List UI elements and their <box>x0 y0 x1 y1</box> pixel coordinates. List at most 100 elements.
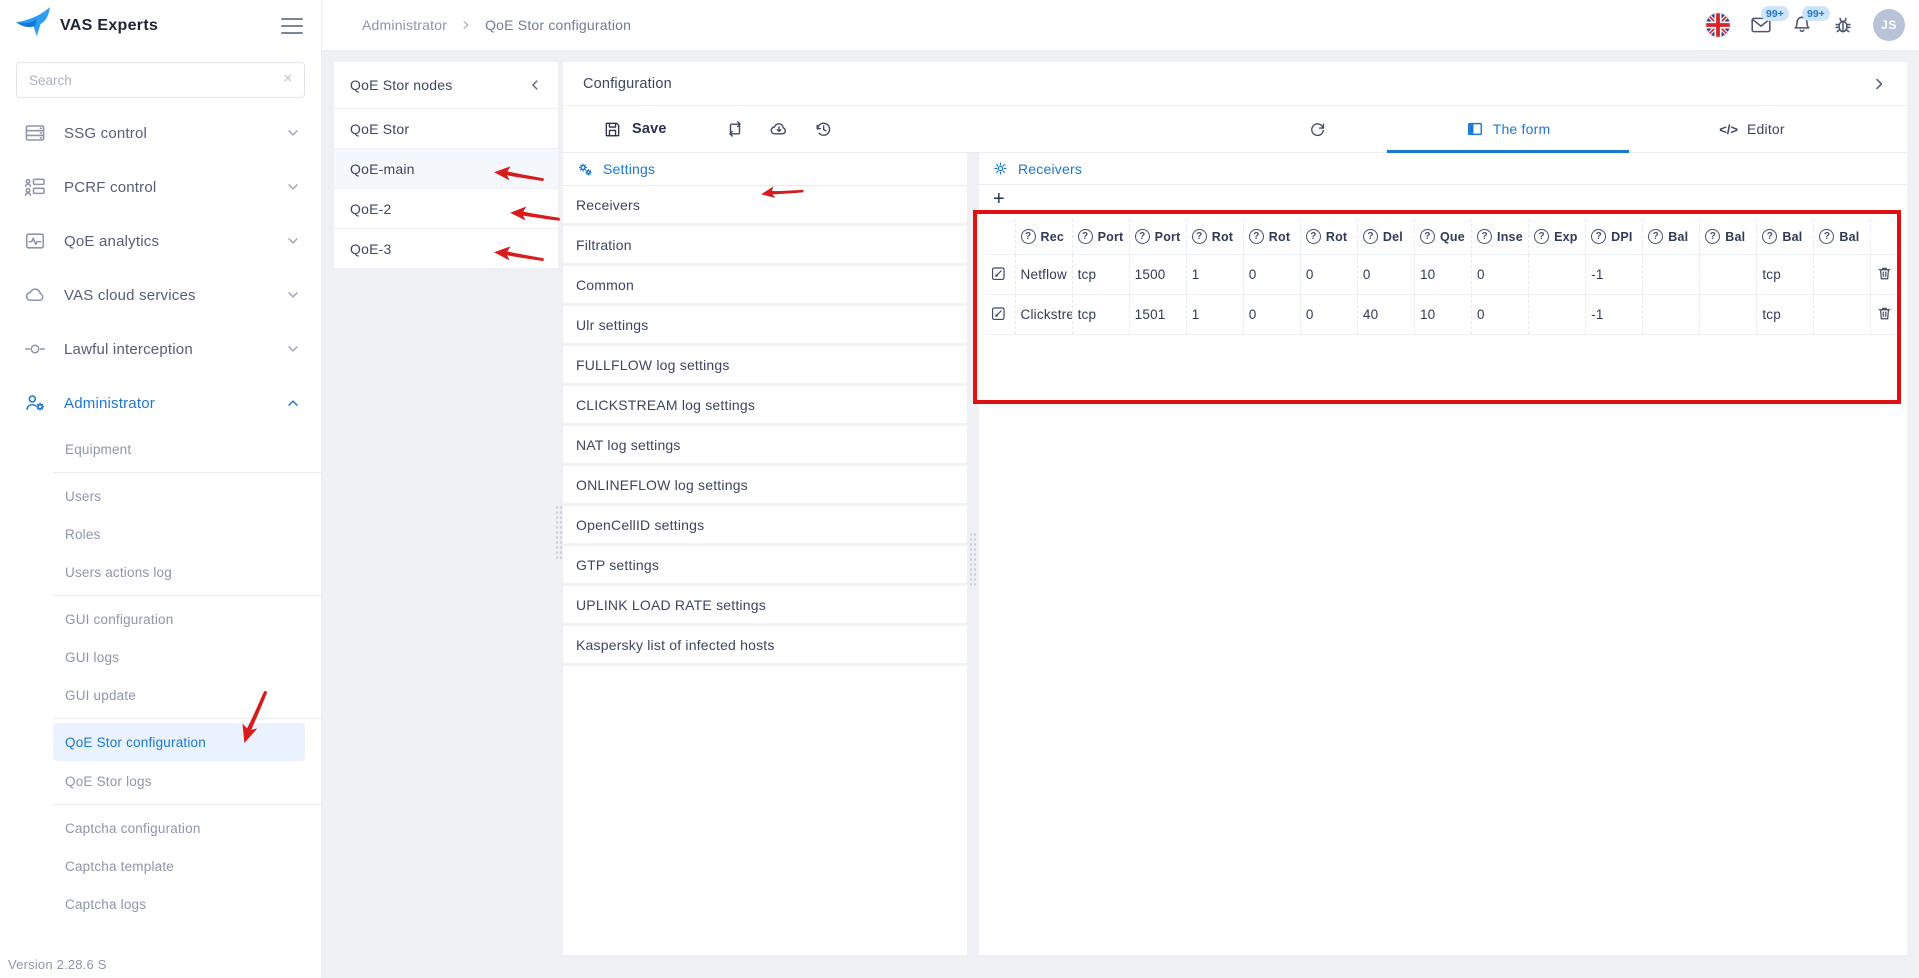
search-clear-icon[interactable]: × <box>280 71 296 87</box>
delete-row-trash-icon[interactable] <box>1876 265 1893 282</box>
apply-to-nodes-icon[interactable] <box>725 119 745 139</box>
table-row: Clickstreamtcp150110040100-1tcp <box>985 295 1897 335</box>
edit-row-icon[interactable] <box>990 265 1007 282</box>
help-icon[interactable]: ? <box>1420 229 1435 244</box>
column-header-edit <box>985 219 1015 255</box>
sidebar-item-gui-logs[interactable]: GUI logs <box>0 638 321 676</box>
node-item-qoe-stor[interactable]: QoE Stor <box>334 108 558 148</box>
delete-row-trash-icon[interactable] <box>1876 305 1893 322</box>
chevron-down-icon <box>285 179 301 195</box>
save-button[interactable]: Save <box>603 106 667 152</box>
table-cell: 1 <box>1186 255 1243 295</box>
sidebar-item-gui-configuration[interactable]: GUI configuration <box>0 600 321 638</box>
table-cell: 0 <box>1357 255 1414 295</box>
help-icon[interactable]: ? <box>1534 229 1549 244</box>
table-cell: 0 <box>1300 255 1357 295</box>
sidebar-item-lawful-interception[interactable]: Lawful interception <box>0 322 321 376</box>
cloud-download-icon[interactable] <box>769 119 789 139</box>
sidebar-item-users[interactable]: Users <box>0 477 321 515</box>
breadcrumb-section[interactable]: Administrator <box>362 17 447 33</box>
tab-the-form-label: The form <box>1493 121 1551 137</box>
bug-report-icon[interactable] <box>1832 14 1854 36</box>
refresh-icon[interactable] <box>1308 120 1327 139</box>
table-cell: 0 <box>1243 255 1300 295</box>
search-input[interactable] <box>16 62 305 98</box>
settings-item-fullflow-log-settings[interactable]: FULLFLOW log settings <box>563 346 967 386</box>
help-icon[interactable]: ? <box>1021 229 1036 244</box>
help-icon[interactable]: ? <box>1363 229 1378 244</box>
panel-resize-handle[interactable] <box>969 532 977 588</box>
table-cell: tcp <box>1757 295 1814 335</box>
collapse-panel-icon[interactable] <box>528 78 542 92</box>
table-cell <box>1814 295 1871 335</box>
settings-item-receivers[interactable]: Receivers <box>563 186 967 226</box>
sidebar-item-administrator[interactable]: Administrator <box>0 376 321 430</box>
sidebar-item-captcha-template[interactable]: Captcha template <box>0 847 321 885</box>
form-tab-icon <box>1466 120 1484 138</box>
sidebar-item-ssg-control[interactable]: SSG control <box>0 106 321 160</box>
sidebar-item-qoe-analytics[interactable]: QoE analytics <box>0 214 321 268</box>
settings-item-onlineflow-log-settings[interactable]: ONLINEFLOW log settings <box>563 466 967 506</box>
sidebar-item-equipment[interactable]: Equipment <box>0 430 321 468</box>
help-icon[interactable]: ? <box>1249 229 1264 244</box>
receivers-table: ?Rec?Port?Port?Rot?Rot?Rot?Del?Que?Inse?… <box>985 219 1897 335</box>
help-icon[interactable]: ? <box>1648 229 1663 244</box>
notifications-bell-icon[interactable]: 99+ <box>1791 14 1813 36</box>
column-header-exp: ?Exp <box>1529 219 1586 255</box>
settings-item-gtp-settings[interactable]: GTP settings <box>563 546 967 586</box>
sidebar-item-qoe-stor-logs[interactable]: QoE Stor logs <box>0 762 321 800</box>
qoe-stor-nodes-panel: QoE Stor nodes QoE StorQoE-mainQoE-2QoE-… <box>334 62 558 268</box>
panel-resize-handle[interactable] <box>555 505 563 561</box>
help-icon[interactable]: ? <box>1306 229 1321 244</box>
help-icon[interactable]: ? <box>1591 229 1606 244</box>
settings-item-kaspersky-list-of-infected-hosts[interactable]: Kaspersky list of infected hosts <box>563 626 967 666</box>
edit-row-icon[interactable] <box>990 305 1007 322</box>
tab-the-form[interactable]: The form <box>1379 106 1637 152</box>
settings-item-common[interactable]: Common <box>563 266 967 306</box>
mail-icon[interactable]: 99+ <box>1750 14 1772 36</box>
tab-editor[interactable]: </> Editor <box>1637 106 1867 152</box>
expand-panel-chevron-icon[interactable] <box>1871 76 1887 92</box>
settings-gears-icon <box>576 160 594 178</box>
help-icon[interactable]: ? <box>1819 229 1834 244</box>
code-editor-icon: </> <box>1719 122 1738 137</box>
avatar[interactable]: JS <box>1873 9 1905 41</box>
table-cell: 10 <box>1414 255 1471 295</box>
sidebar-item-captcha-configuration[interactable]: Captcha configuration <box>0 809 321 847</box>
sidebar-item-captcha-logs[interactable]: Captcha logs <box>0 885 321 923</box>
table-cell <box>1529 295 1586 335</box>
table-cell: tcp <box>1757 255 1814 295</box>
sidebar-item-roles[interactable]: Roles <box>0 515 321 553</box>
sidebar-item-users-actions-log[interactable]: Users actions log <box>0 553 321 591</box>
settings-item-clickstream-log-settings[interactable]: CLICKSTREAM log settings <box>563 386 967 426</box>
settings-item-opencellid-settings[interactable]: OpenCellID settings <box>563 506 967 546</box>
settings-item-uplink-load-rate-settings[interactable]: UPLINK LOAD RATE settings <box>563 586 967 626</box>
sidebar-item-label: VAS cloud services <box>64 287 285 304</box>
help-icon[interactable]: ? <box>1762 229 1777 244</box>
column-header-bal: ?Bal <box>1757 219 1814 255</box>
settings-item-filtration[interactable]: Filtration <box>563 226 967 266</box>
configuration-card: Configuration Save The form </> Editor <box>563 62 1907 153</box>
hamburger-menu-icon[interactable] <box>281 18 303 34</box>
help-icon[interactable]: ? <box>1477 229 1492 244</box>
column-header-actions <box>1871 219 1897 255</box>
chevron-down-icon <box>285 125 301 141</box>
settings-item-nat-log-settings[interactable]: NAT log settings <box>563 426 967 466</box>
column-header-port: ?Port <box>1072 219 1129 255</box>
history-icon[interactable] <box>813 119 833 139</box>
help-icon[interactable]: ? <box>1192 229 1207 244</box>
help-icon[interactable]: ? <box>1078 229 1093 244</box>
settings-item-ulr-settings[interactable]: Ulr settings <box>563 306 967 346</box>
sidebar-item-vas-cloud-services[interactable]: VAS cloud services <box>0 268 321 322</box>
sidebar-item-gui-update[interactable]: GUI update <box>0 676 321 714</box>
sidebar-item-pcrf-control[interactable]: PCRF control <box>0 160 321 214</box>
node-item-qoe-main[interactable]: QoE-main <box>334 148 558 188</box>
node-item-qoe-2[interactable]: QoE-2 <box>334 188 558 228</box>
add-receiver-button[interactable]: + <box>993 189 1005 209</box>
analytics-icon <box>24 230 46 252</box>
help-icon[interactable]: ? <box>1705 229 1720 244</box>
language-flag-icon[interactable] <box>1705 12 1731 38</box>
help-icon[interactable]: ? <box>1135 229 1150 244</box>
sidebar-item-qoe-stor-configuration[interactable]: QoE Stor configuration <box>53 723 305 761</box>
node-item-qoe-3[interactable]: QoE-3 <box>334 228 558 268</box>
